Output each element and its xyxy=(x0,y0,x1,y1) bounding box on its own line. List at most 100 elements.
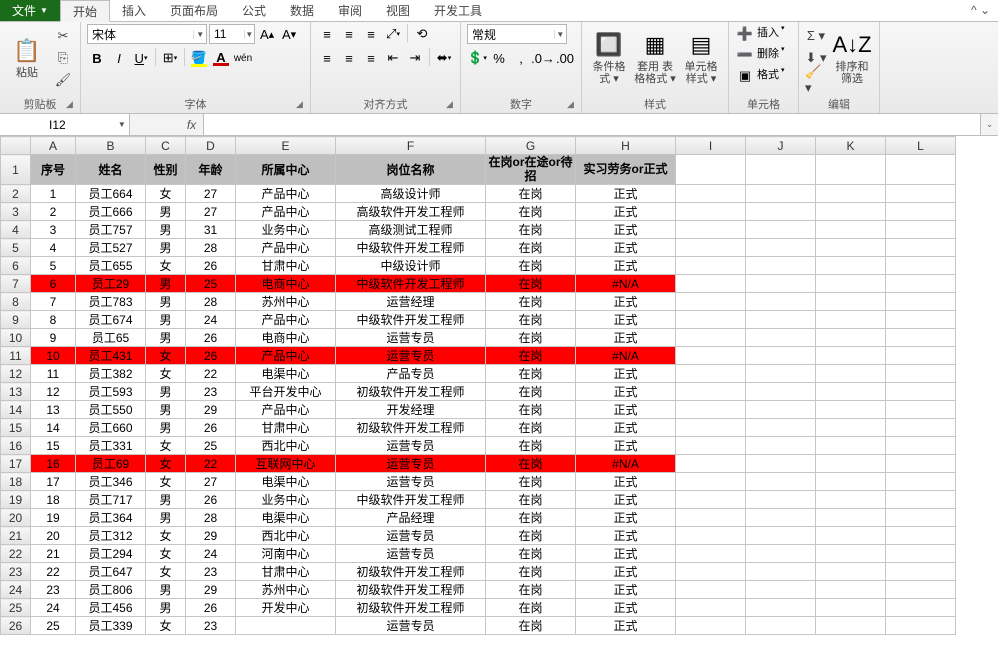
cell[interactable]: 运营专员 xyxy=(336,329,486,347)
cell[interactable]: 在岗 xyxy=(486,437,576,455)
cell[interactable] xyxy=(886,473,956,491)
cell[interactable] xyxy=(676,509,746,527)
cell[interactable]: 18 xyxy=(31,491,76,509)
cell[interactable]: 22 xyxy=(186,365,236,383)
cell[interactable]: 正式 xyxy=(576,545,676,563)
cell[interactable] xyxy=(746,347,816,365)
cell[interactable]: 正式 xyxy=(576,239,676,257)
row-header[interactable]: 4 xyxy=(1,221,31,239)
decrease-indent-button[interactable]: ⇤ xyxy=(383,48,403,68)
cell[interactable]: 女 xyxy=(146,563,186,581)
cell[interactable] xyxy=(746,383,816,401)
cell[interactable]: 正式 xyxy=(576,311,676,329)
cell[interactable]: 员工660 xyxy=(76,419,146,437)
cell[interactable] xyxy=(746,563,816,581)
row-header[interactable]: 17 xyxy=(1,455,31,473)
cell[interactable]: 序号 xyxy=(31,155,76,185)
cell[interactable]: 正式 xyxy=(576,491,676,509)
row-header[interactable]: 23 xyxy=(1,563,31,581)
cell[interactable]: 产品中心 xyxy=(236,239,336,257)
cell[interactable]: 员工674 xyxy=(76,311,146,329)
cell[interactable] xyxy=(816,347,886,365)
cell[interactable]: 男 xyxy=(146,383,186,401)
row-header[interactable]: 15 xyxy=(1,419,31,437)
align-right-button[interactable]: ≡ xyxy=(361,48,381,68)
cell[interactable]: 岗位名称 xyxy=(336,155,486,185)
phonetic-button[interactable]: wén xyxy=(233,48,253,68)
cell[interactable]: 20 xyxy=(31,527,76,545)
row-header[interactable]: 16 xyxy=(1,437,31,455)
cell[interactable] xyxy=(886,491,956,509)
cell[interactable] xyxy=(676,437,746,455)
cell[interactable]: 在岗 xyxy=(486,527,576,545)
cell[interactable] xyxy=(816,527,886,545)
cell[interactable]: 中级软件开发工程师 xyxy=(336,491,486,509)
cell[interactable]: 31 xyxy=(186,221,236,239)
cell[interactable] xyxy=(676,599,746,617)
row-header[interactable]: 6 xyxy=(1,257,31,275)
cell[interactable] xyxy=(746,311,816,329)
tab-0[interactable]: 开始 xyxy=(60,0,110,22)
cell[interactable]: 正式 xyxy=(576,419,676,437)
cell[interactable] xyxy=(886,545,956,563)
number-format-input[interactable] xyxy=(468,27,554,41)
cell[interactable]: 28 xyxy=(186,293,236,311)
row-header[interactable]: 10 xyxy=(1,329,31,347)
font-size-input[interactable] xyxy=(210,27,244,41)
cell[interactable] xyxy=(886,419,956,437)
cell[interactable]: 16 xyxy=(31,455,76,473)
cell[interactable]: #N/A xyxy=(576,347,676,365)
cell[interactable]: 女 xyxy=(146,437,186,455)
cell[interactable]: 员工456 xyxy=(76,599,146,617)
cell[interactable] xyxy=(676,293,746,311)
cell[interactable]: 在岗 xyxy=(486,563,576,581)
col-header-J[interactable]: J xyxy=(746,137,816,155)
cell[interactable] xyxy=(816,383,886,401)
cell[interactable] xyxy=(816,293,886,311)
autosum-button[interactable]: Σ ▾ xyxy=(805,26,827,46)
chevron-down-icon[interactable]: ▼ xyxy=(115,120,129,129)
cell[interactable]: 23 xyxy=(186,617,236,635)
comma-button[interactable]: , xyxy=(511,48,531,68)
cell[interactable] xyxy=(816,563,886,581)
cell[interactable]: 在岗 xyxy=(486,347,576,365)
chevron-down-icon[interactable]: ▼ xyxy=(193,30,206,39)
chevron-down-icon[interactable]: ▼ xyxy=(244,30,254,39)
cell[interactable]: 22 xyxy=(31,563,76,581)
cell[interactable]: 员工655 xyxy=(76,257,146,275)
cell[interactable] xyxy=(816,185,886,203)
cell[interactable]: 正式 xyxy=(576,437,676,455)
cell[interactable]: 26 xyxy=(186,419,236,437)
cell[interactable] xyxy=(676,311,746,329)
cell[interactable]: 正式 xyxy=(576,221,676,239)
cell[interactable]: 在岗 xyxy=(486,617,576,635)
decrease-decimal-button[interactable]: .00 xyxy=(555,48,575,68)
cell[interactable]: 在岗 xyxy=(486,329,576,347)
align-center-button[interactable]: ≡ xyxy=(339,48,359,68)
row-header[interactable]: 8 xyxy=(1,293,31,311)
cell[interactable]: 运营专员 xyxy=(336,617,486,635)
worksheet-area[interactable]: ABCDEFGHIJKL 1序号姓名性别年龄所属中心岗位名称在岗or在途or待招… xyxy=(0,136,998,653)
number-launcher[interactable]: ◢ xyxy=(567,99,579,111)
cell[interactable]: 9 xyxy=(31,329,76,347)
cell[interactable]: 女 xyxy=(146,185,186,203)
wrap-text-button[interactable]: ⟲ xyxy=(412,24,432,44)
font-color-button[interactable]: A xyxy=(211,48,231,68)
cell[interactable]: 在岗 xyxy=(486,239,576,257)
cell[interactable]: 正式 xyxy=(576,581,676,599)
cell[interactable]: 初级软件开发工程师 xyxy=(336,599,486,617)
cell[interactable] xyxy=(746,473,816,491)
cell[interactable] xyxy=(886,563,956,581)
underline-button[interactable]: U▾ xyxy=(131,48,151,68)
cell[interactable]: 男 xyxy=(146,275,186,293)
row-header[interactable]: 24 xyxy=(1,581,31,599)
name-box-input[interactable] xyxy=(0,118,115,132)
cell[interactable]: 男 xyxy=(146,599,186,617)
cell[interactable]: 1 xyxy=(31,185,76,203)
cell[interactable]: 正式 xyxy=(576,401,676,419)
row-header[interactable]: 7 xyxy=(1,275,31,293)
cell[interactable] xyxy=(746,203,816,221)
cell[interactable] xyxy=(746,491,816,509)
cell[interactable] xyxy=(816,491,886,509)
cell[interactable] xyxy=(676,365,746,383)
